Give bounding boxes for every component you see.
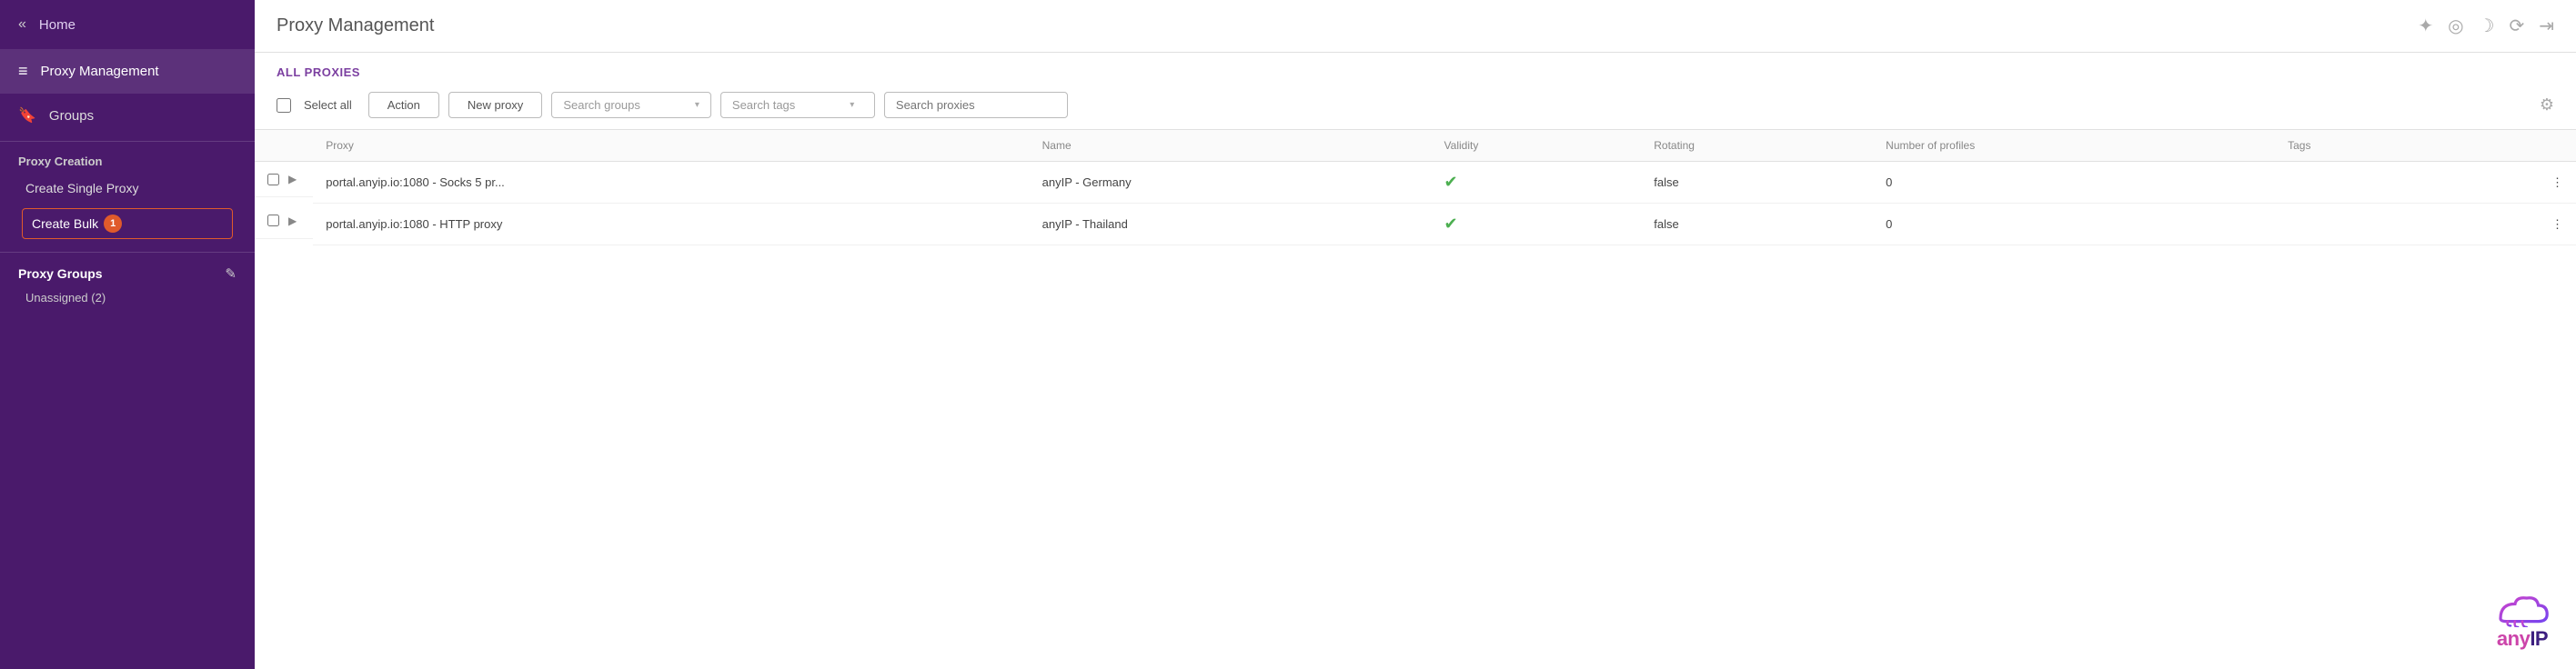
page-title: Proxy Management: [277, 15, 434, 36]
row-proxy: portal.anyip.io:1080 - HTTP proxy: [313, 204, 1029, 245]
row-rotating: false: [1641, 162, 1873, 204]
new-proxy-button[interactable]: New proxy: [448, 92, 542, 118]
toolbar: Select all Action New proxy Search group…: [255, 85, 2576, 130]
main-wrapper: ALL PROXIES Select all Action New proxy …: [255, 53, 2576, 669]
validity-check-icon: ✔: [1444, 215, 1458, 233]
logo-any: any: [2497, 627, 2530, 650]
logo-area: anyIP: [2490, 591, 2554, 651]
row-checkbox-cell: ▶: [255, 162, 313, 197]
action-button[interactable]: Action: [368, 92, 439, 118]
col-checkbox: [255, 130, 313, 162]
col-validity: Validity: [1432, 130, 1642, 162]
sidebar-item-groups[interactable]: 🔖 Groups: [0, 94, 255, 137]
row-validity: ✔: [1432, 204, 1642, 245]
groups-icon: 🔖: [18, 106, 36, 125]
search-tags-dropdown[interactable]: Search tags ▾: [720, 92, 875, 118]
create-bulk-badge: 1: [104, 215, 122, 233]
proxy-table: Proxy Name Validity Rotating Number of p…: [255, 130, 2576, 245]
sidebar-item-create-bulk[interactable]: Create Bulk 1: [22, 208, 233, 239]
col-tags: Tags: [2275, 130, 2445, 162]
logo-cloud-icon: [2490, 591, 2554, 627]
search-tags-chevron: ▾: [850, 100, 854, 110]
row-profiles: 0: [1873, 204, 2275, 245]
col-rotating: Rotating: [1641, 130, 1873, 162]
col-proxy: Proxy: [313, 130, 1029, 162]
logo-ip: IP: [2530, 627, 2548, 650]
row-tags: [2275, 162, 2445, 204]
select-all-checkbox[interactable]: [277, 98, 291, 113]
row-profiles: 0: [1873, 162, 2275, 204]
add-icon[interactable]: ✦: [2418, 15, 2433, 37]
col-profiles: Number of profiles: [1873, 130, 2275, 162]
search-groups-chevron: ▾: [695, 100, 699, 110]
settings-icon[interactable]: ⚙: [2540, 95, 2554, 115]
row-checkbox[interactable]: [267, 174, 279, 185]
row-checkbox-cell: ▶: [255, 204, 313, 239]
groups-label: Groups: [49, 108, 94, 124]
table-row: ▶ portal.anyip.io:1080 - HTTP proxy anyI…: [255, 204, 2576, 245]
table-row: ▶ portal.anyip.io:1080 - Socks 5 pr... a…: [255, 162, 2576, 204]
row-expand-button[interactable]: ▶: [285, 173, 300, 185]
proxy-management-label: Proxy Management: [41, 64, 159, 79]
moon-icon[interactable]: ☽: [2479, 15, 2495, 37]
col-name: Name: [1030, 130, 1432, 162]
logout-icon[interactable]: ⇥: [2539, 15, 2554, 37]
create-single-proxy-label: Create Single Proxy: [25, 181, 139, 195]
proxy-groups-edit-icon[interactable]: ✎: [225, 265, 236, 282]
row-name: anyIP - Germany: [1030, 162, 1432, 204]
sidebar-home-item[interactable]: « Home: [0, 0, 255, 49]
header-icons: ✦ ◎ ☽ ⟳ ⇥: [2418, 15, 2554, 37]
proxy-creation-section-title: Proxy Creation: [0, 141, 255, 174]
search-groups-dropdown[interactable]: Search groups ▾: [551, 92, 711, 118]
main-content: Proxy Management ✦ ◎ ☽ ⟳ ⇥ ALL PROXIES S…: [255, 0, 2576, 669]
create-bulk-label: Create Bulk: [32, 216, 98, 231]
row-expand-button[interactable]: ▶: [285, 215, 300, 227]
validity-check-icon: ✔: [1444, 173, 1458, 191]
proxy-groups-title: Proxy Groups: [18, 266, 103, 281]
sidebar: « Home ≡ Proxy Management 🔖 Groups Proxy…: [0, 0, 255, 669]
proxy-groups-section: Proxy Groups ✎: [0, 252, 255, 285]
search-tags-placeholder: Search tags: [732, 98, 795, 112]
circle-icon[interactable]: ◎: [2448, 15, 2463, 37]
search-proxies-input[interactable]: [884, 92, 1068, 118]
row-more-button[interactable]: ⋮: [2445, 204, 2576, 245]
sidebar-item-proxy-management[interactable]: ≡ Proxy Management: [0, 49, 255, 94]
proxy-management-icon: ≡: [18, 62, 28, 81]
refresh-icon[interactable]: ⟳: [2509, 15, 2524, 37]
row-checkbox[interactable]: [267, 215, 279, 226]
row-proxy: portal.anyip.io:1080 - Socks 5 pr...: [313, 162, 1029, 204]
home-label: Home: [39, 17, 75, 33]
row-tags: [2275, 204, 2445, 245]
select-all-label: Select all: [304, 98, 352, 112]
all-proxies-label: ALL PROXIES: [255, 53, 2576, 85]
row-name: anyIP - Thailand: [1030, 204, 1432, 245]
main-header: Proxy Management ✦ ◎ ☽ ⟳ ⇥: [255, 0, 2576, 53]
row-rotating: false: [1641, 204, 1873, 245]
search-groups-placeholder: Search groups: [563, 98, 640, 112]
sidebar-unassigned[interactable]: Unassigned (2): [0, 285, 255, 314]
sidebar-item-create-single-proxy[interactable]: Create Single Proxy: [0, 174, 255, 203]
row-validity: ✔: [1432, 162, 1642, 204]
col-actions: [2445, 130, 2576, 162]
row-more-button[interactable]: ⋮: [2445, 162, 2576, 204]
collapse-icon[interactable]: «: [18, 16, 26, 33]
logo-text: anyIP: [2497, 627, 2548, 651]
